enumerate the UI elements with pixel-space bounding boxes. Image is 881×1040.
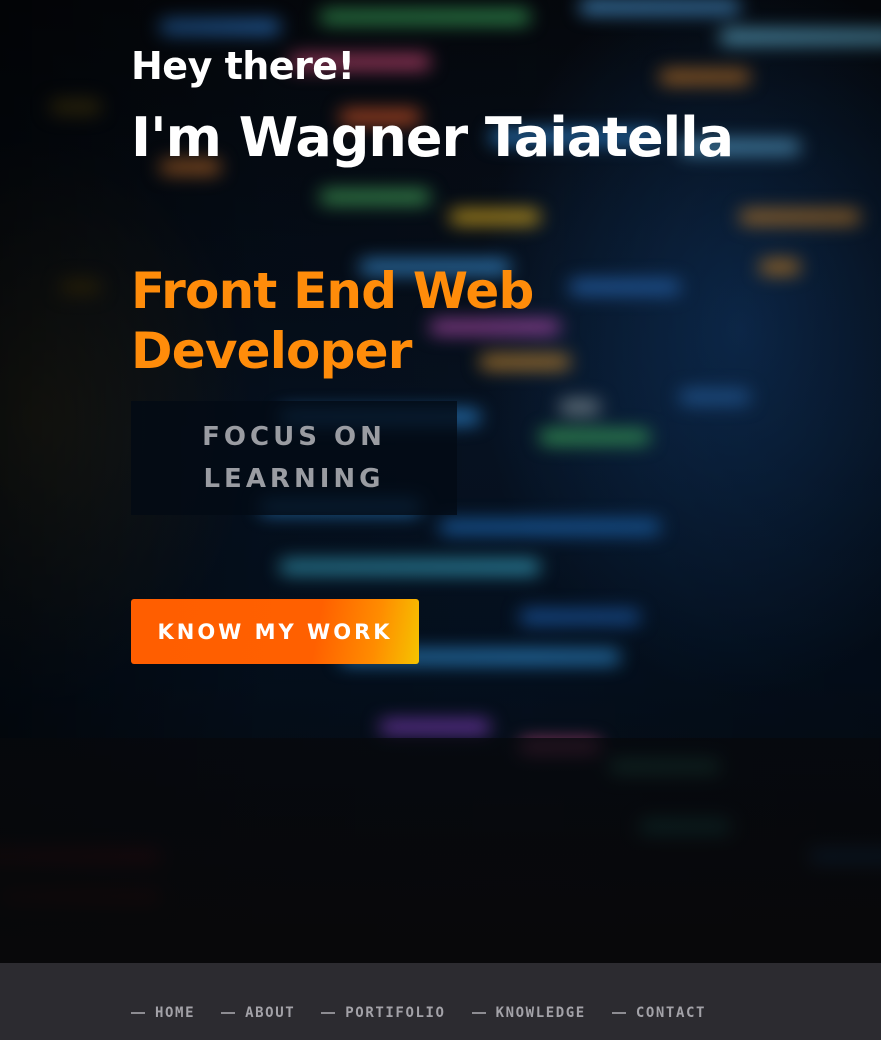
focus-box: FOCUS ON LEARNING [131, 401, 457, 515]
nav-list: HOME ABOUT PORTIFOLIO KNOWLEDGE CONTACT [131, 1005, 706, 1021]
nav-item-label: HOME [155, 1005, 196, 1021]
nav-item-label: CONTACT [635, 1005, 707, 1021]
nav-item-home[interactable]: HOME [131, 1005, 195, 1021]
nav-item-knowledge[interactable]: KNOWLEDGE [471, 1005, 586, 1021]
nav-item-label: KNOWLEDGE [495, 1005, 586, 1021]
dash-icon [221, 1012, 236, 1014]
nav-item-contact[interactable]: CONTACT [611, 1005, 707, 1021]
nav-item-label: PORTIFOLIO [345, 1005, 446, 1021]
focus-text: FOCUS ON LEARNING [202, 422, 386, 494]
nav-item-about[interactable]: ABOUT [221, 1005, 295, 1021]
nav-item-portfolio[interactable]: PORTIFOLIO [321, 1005, 445, 1021]
dash-icon [321, 1012, 336, 1014]
hero-section: Hey there! I'm Wagner Taiatella Front En… [0, 0, 881, 963]
role-heading: Front End Web Developer [131, 262, 534, 380]
footer-nav: HOME ABOUT PORTIFOLIO KNOWLEDGE CONTACT [0, 963, 881, 1040]
greeting-heading: Hey there! [131, 44, 355, 88]
hero-lower-overlay [0, 738, 881, 963]
dash-icon [611, 1012, 626, 1014]
nav-item-label: ABOUT [245, 1005, 296, 1021]
dash-icon [131, 1012, 145, 1014]
know-my-work-button[interactable]: KNOW MY WORK [131, 599, 419, 664]
name-heading: I'm Wagner Taiatella [131, 106, 734, 169]
dash-icon [471, 1012, 486, 1014]
